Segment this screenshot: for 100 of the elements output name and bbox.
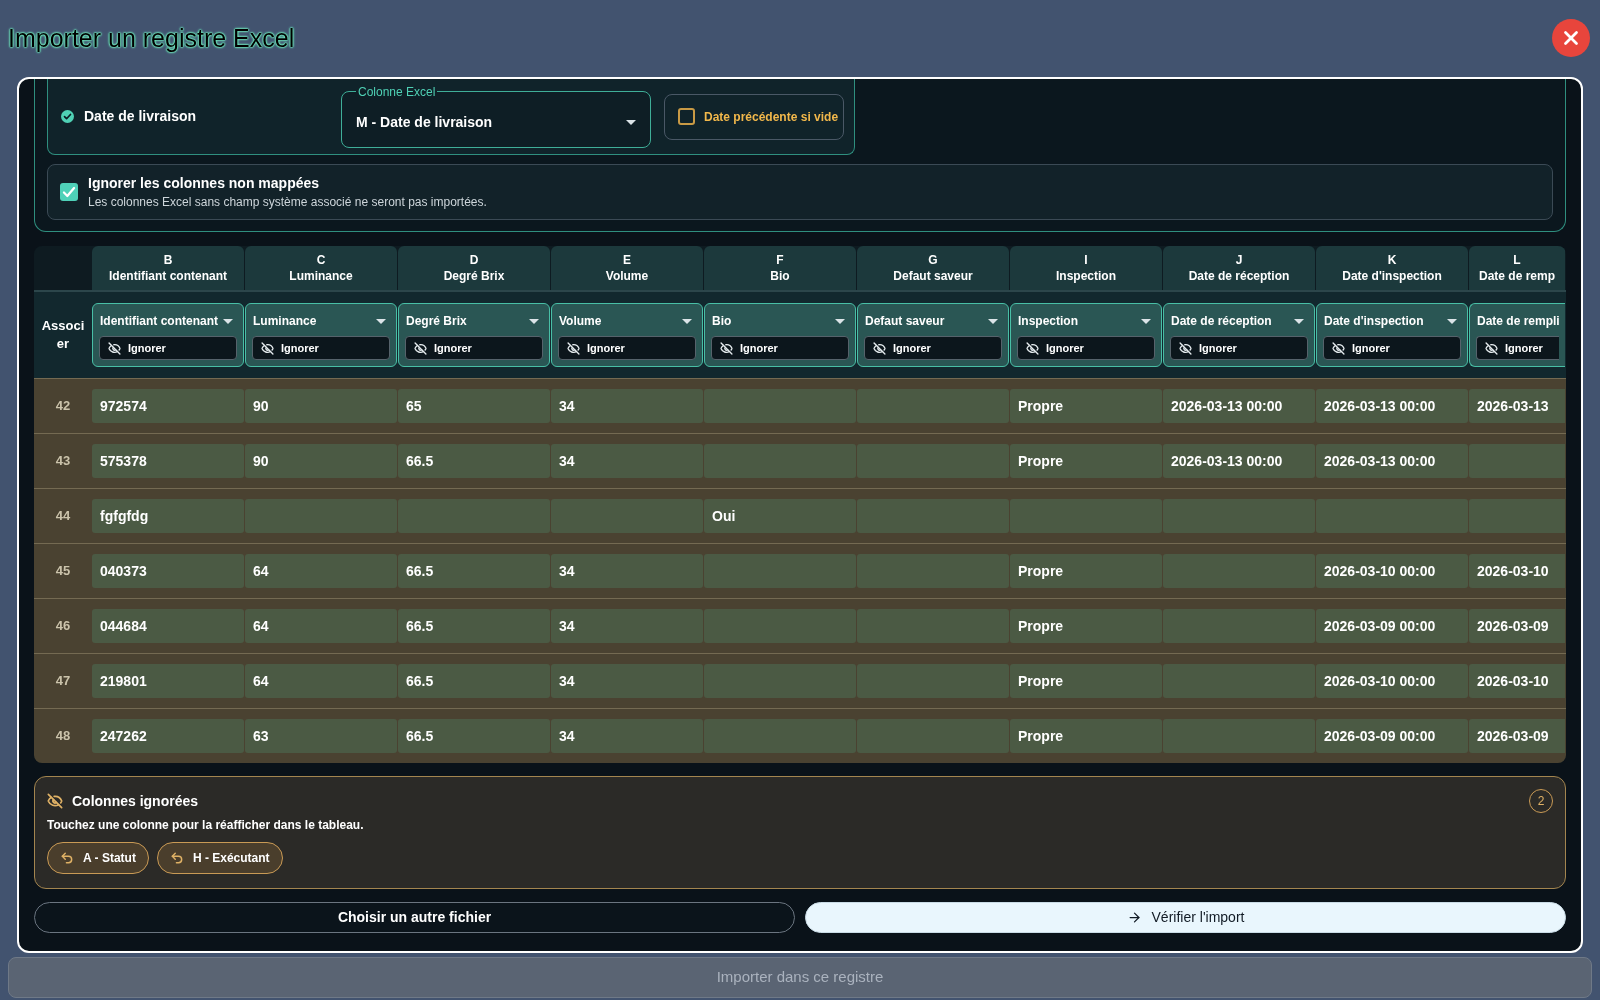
table-cell: 2026-03-10: [1469, 554, 1565, 588]
table-cell: 247262: [92, 719, 244, 753]
table-cell: 64: [245, 609, 397, 643]
ignore-button[interactable]: Ignorer: [864, 336, 1002, 360]
ignore-button[interactable]: Ignorer: [405, 336, 543, 360]
table-cell: 219801: [92, 664, 244, 698]
field-name: Date de livraison: [84, 107, 197, 126]
column-letter: G: [928, 252, 938, 268]
column-letter: F: [776, 252, 784, 268]
column-name: Inspection: [1056, 268, 1116, 284]
table-cell: 2026-03-13 00:00: [1163, 444, 1315, 478]
table-cell: 66.5: [398, 664, 550, 698]
row-number: 48: [55, 727, 71, 746]
mapping-select[interactable]: Luminance: [252, 312, 390, 330]
table-cell: Oui: [704, 499, 856, 533]
table-cell: 64: [245, 554, 397, 588]
arrow-right-icon: [1126, 910, 1142, 925]
restore-column-chip[interactable]: A - Statut: [47, 842, 149, 874]
mapping-select[interactable]: Degré Brix: [405, 312, 543, 330]
ignore-button[interactable]: Ignorer: [1476, 336, 1559, 360]
mapping-select[interactable]: Defaut saveur: [864, 312, 1002, 330]
checkbox[interactable]: [678, 108, 695, 125]
ignore-button[interactable]: Ignorer: [1017, 336, 1155, 360]
table-cell: Propre: [1010, 609, 1162, 643]
table-cell: 044684: [92, 609, 244, 643]
table-cell: 66.5: [398, 444, 550, 478]
table-cell: 66.5: [398, 609, 550, 643]
table-cell: 34: [551, 444, 703, 478]
mapping-select[interactable]: Identifiant contenant: [99, 312, 237, 330]
caret-down-icon: [1447, 318, 1457, 324]
choose-file-button[interactable]: Choisir un autre fichier: [34, 902, 795, 933]
eye-off-icon: [567, 341, 580, 355]
row-number: 44: [55, 507, 71, 526]
table-cell: Propre: [1010, 444, 1162, 478]
row-number: 45: [55, 562, 71, 581]
column-letter: I: [1084, 252, 1088, 268]
table-cell: Propre: [1010, 664, 1162, 698]
table-cell: 2026-03-13: [1469, 389, 1565, 423]
column-letter: K: [1387, 252, 1397, 268]
caret-down-icon: [223, 318, 233, 324]
checkbox[interactable]: [60, 183, 78, 201]
table-cell: 66.5: [398, 554, 550, 588]
caret-down-icon: [529, 318, 539, 324]
table-cell: 63: [245, 719, 397, 753]
column-letter: J: [1235, 252, 1243, 268]
mapping-select[interactable]: Date d'inspection: [1323, 312, 1461, 330]
excel-column-select[interactable]: Colonne Excel M - Date de livraison: [341, 85, 651, 148]
ignore-button[interactable]: Ignorer: [558, 336, 696, 360]
column-letter: L: [1513, 252, 1521, 268]
eye-off-icon: [720, 341, 733, 355]
table-cell: 2026-03-09: [1469, 609, 1565, 643]
mapping-select[interactable]: Date de réception: [1170, 312, 1308, 330]
table-cell: Propre: [1010, 554, 1162, 588]
eye-off-icon: [1179, 341, 1192, 355]
caret-down-icon: [835, 318, 845, 324]
table-cell: 90: [245, 389, 397, 423]
undo-icon: [60, 851, 74, 865]
table-cell: 2026-03-10 00:00: [1316, 554, 1468, 588]
column-name: Defaut saveur: [893, 268, 973, 284]
ignore-button[interactable]: Ignorer: [1323, 336, 1461, 360]
mapping-select[interactable]: Date de rempli: [1476, 312, 1559, 330]
eye-off-icon: [1485, 341, 1498, 355]
table-cell: 65: [398, 389, 550, 423]
option-title: Ignorer les colonnes non mappées: [88, 174, 321, 192]
import-button: Importer dans ce registre: [8, 957, 1592, 998]
table-cell: 2026-03-09: [1469, 719, 1565, 753]
table-cell: 34: [551, 609, 703, 643]
eye-off-icon: [47, 793, 63, 809]
column-name: Degré Brix: [443, 268, 505, 284]
caret-down-icon: [988, 318, 998, 324]
ignore-button[interactable]: Ignorer: [711, 336, 849, 360]
column-name: Bio: [770, 268, 790, 284]
ignore-button[interactable]: Ignorer: [1170, 336, 1308, 360]
ignore-button[interactable]: Ignorer: [99, 336, 237, 360]
mapping-select[interactable]: Inspection: [1017, 312, 1155, 330]
verify-import-button[interactable]: Vérifier l'import: [805, 902, 1566, 933]
caret-down-icon: [682, 318, 692, 324]
row-number: 42: [55, 397, 71, 416]
table-cell: 2026-03-13 00:00: [1316, 444, 1468, 478]
ignore-button[interactable]: Ignorer: [252, 336, 390, 360]
row-number: 43: [55, 452, 71, 471]
mapping-select[interactable]: Volume: [558, 312, 696, 330]
column-name: Date de remp: [1479, 268, 1555, 284]
option-description: Les colonnes Excel sans champ système associé ne seront pas importées.: [88, 194, 487, 210]
fallback-date-toggle[interactable]: Date précédente si vide: [664, 93, 844, 140]
column-letter: D: [469, 252, 479, 268]
table-cell: 575378: [92, 444, 244, 478]
table-cell: 34: [551, 664, 703, 698]
column-letter: E: [623, 252, 631, 268]
table-cell: 2026-03-13 00:00: [1163, 389, 1315, 423]
mapping-select[interactable]: Bio: [711, 312, 849, 330]
table-cell: 64: [245, 664, 397, 698]
table-cell: 34: [551, 554, 703, 588]
table-cell: 90: [245, 444, 397, 478]
panel-title: Colonnes ignorées: [72, 791, 199, 811]
table-cell: 2026-03-10 00:00: [1316, 664, 1468, 698]
eye-off-icon: [1332, 341, 1345, 355]
restore-column-chip[interactable]: H - Exécutant: [156, 842, 283, 874]
column-name: Identifiant contenant: [109, 268, 227, 284]
column-letter: C: [316, 252, 326, 268]
